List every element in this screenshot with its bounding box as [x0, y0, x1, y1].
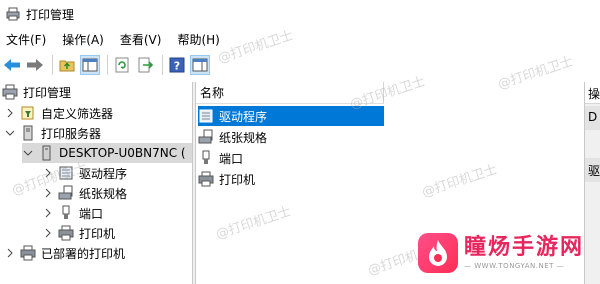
toolbar-separator	[162, 55, 163, 75]
list-item-drivers[interactable]: 驱动程序	[198, 106, 384, 126]
show-hide-action-pane-icon[interactable]	[190, 55, 210, 75]
refresh-icon[interactable]	[112, 55, 132, 75]
forward-arrow-icon[interactable]	[25, 55, 45, 75]
menu-help[interactable]: 帮助(H)	[171, 31, 225, 48]
tree-item-drivers[interactable]: 驱动程序	[42, 163, 127, 183]
chevron-down-icon[interactable]	[4, 127, 16, 139]
brand-name: 瞳炀手游网	[464, 235, 585, 260]
driver-icon	[58, 165, 74, 181]
tree-item-label: 打印机	[79, 226, 116, 241]
action-pane-header: 操	[585, 82, 600, 104]
menu-bar: 文件(F) 操作(A) 查看(V) 帮助(H)	[0, 28, 600, 50]
list-item-printers[interactable]: 打印机	[198, 169, 255, 189]
chevron-right-icon[interactable]	[42, 167, 54, 179]
tree-item-label: 打印管理	[23, 85, 72, 100]
tree-item-label: 自定义筛选器	[41, 106, 114, 121]
show-hide-tree-icon[interactable]	[80, 55, 100, 75]
list-item-ports[interactable]: 端口	[198, 148, 243, 168]
print-management-icon	[2, 84, 18, 100]
chevron-down-icon[interactable]	[22, 147, 34, 159]
printer-icon	[58, 225, 74, 241]
tree-item-root[interactable]: 打印管理	[2, 82, 71, 102]
list-item-label: 端口	[219, 151, 244, 166]
tree-item-deployed-printers[interactable]: 已部署的打印机	[4, 243, 125, 263]
tree-item-label: 驱动程序	[79, 166, 128, 181]
svg-text:?: ?	[174, 60, 180, 73]
menu-action[interactable]: 操作(A)	[56, 31, 110, 48]
tree-item-label: 打印服务器	[41, 126, 102, 141]
computer-icon	[38, 145, 54, 161]
chevron-right-icon[interactable]	[42, 187, 54, 199]
driver-icon	[198, 108, 214, 124]
list-item-label: 驱动程序	[219, 109, 268, 124]
server-icon	[20, 125, 36, 141]
action-pane-section[interactable]: D	[585, 106, 600, 130]
list-item-label: 打印机	[219, 172, 256, 187]
chevron-right-icon[interactable]	[4, 107, 16, 119]
chevron-right-icon[interactable]	[4, 247, 16, 259]
action-pane-section[interactable]: 驱	[585, 158, 600, 182]
export-list-icon[interactable]	[135, 55, 155, 75]
brand-badge: 瞳炀手游网 — WWW.TONGYAN.NET —	[418, 228, 596, 278]
toolbar: ?	[0, 50, 600, 80]
port-icon	[198, 150, 214, 166]
printer-icon	[20, 245, 36, 261]
menu-file[interactable]: 文件(F)	[0, 31, 52, 48]
tree-item-label: 端口	[79, 206, 104, 221]
help-icon[interactable]: ?	[167, 55, 187, 75]
toolbar-separator	[52, 55, 53, 75]
tree-item-label: 已部署的打印机	[41, 246, 126, 261]
up-folder-icon[interactable]	[57, 55, 77, 75]
chevron-right-icon[interactable]	[42, 227, 54, 239]
paper-forms-icon	[58, 185, 74, 201]
brand-url: — WWW.TONGYAN.NET —	[464, 262, 565, 270]
chevron-right-icon[interactable]	[42, 207, 54, 219]
flame-logo-icon	[418, 233, 458, 273]
print-management-icon	[6, 7, 20, 21]
title-bar: 打印管理	[0, 0, 600, 28]
menu-view[interactable]: 查看(V)	[114, 31, 168, 48]
list-item-forms[interactable]: 纸张规格	[198, 127, 267, 147]
filter-icon	[20, 105, 36, 121]
port-icon	[58, 205, 74, 221]
printer-icon	[198, 171, 214, 187]
tree-item-forms[interactable]: 纸张规格	[42, 183, 127, 203]
tree-item-custom-filters[interactable]: 自定义筛选器	[4, 103, 113, 123]
toolbar-separator	[107, 55, 108, 75]
tree-item-server[interactable]: DESKTOP-U0BN7NC (	[22, 143, 192, 163]
column-header-name[interactable]: 名称	[196, 82, 384, 104]
tree-item-print-servers[interactable]: 打印服务器	[4, 123, 101, 143]
console-tree: 打印管理 自定义筛选器 打印服务器 DESKTOP-U0BN7NC (驱动程序…	[0, 82, 192, 284]
tree-item-label: DESKTOP-U0BN7NC (	[59, 146, 186, 160]
tree-item-printers[interactable]: 打印机	[42, 223, 115, 243]
tree-item-label: 纸张规格	[79, 186, 128, 201]
back-arrow-icon[interactable]	[2, 55, 22, 75]
tree-item-ports[interactable]: 端口	[42, 203, 103, 223]
paper-forms-icon	[198, 129, 214, 145]
window-title: 打印管理	[26, 7, 75, 22]
list-item-label: 纸张规格	[219, 130, 268, 145]
